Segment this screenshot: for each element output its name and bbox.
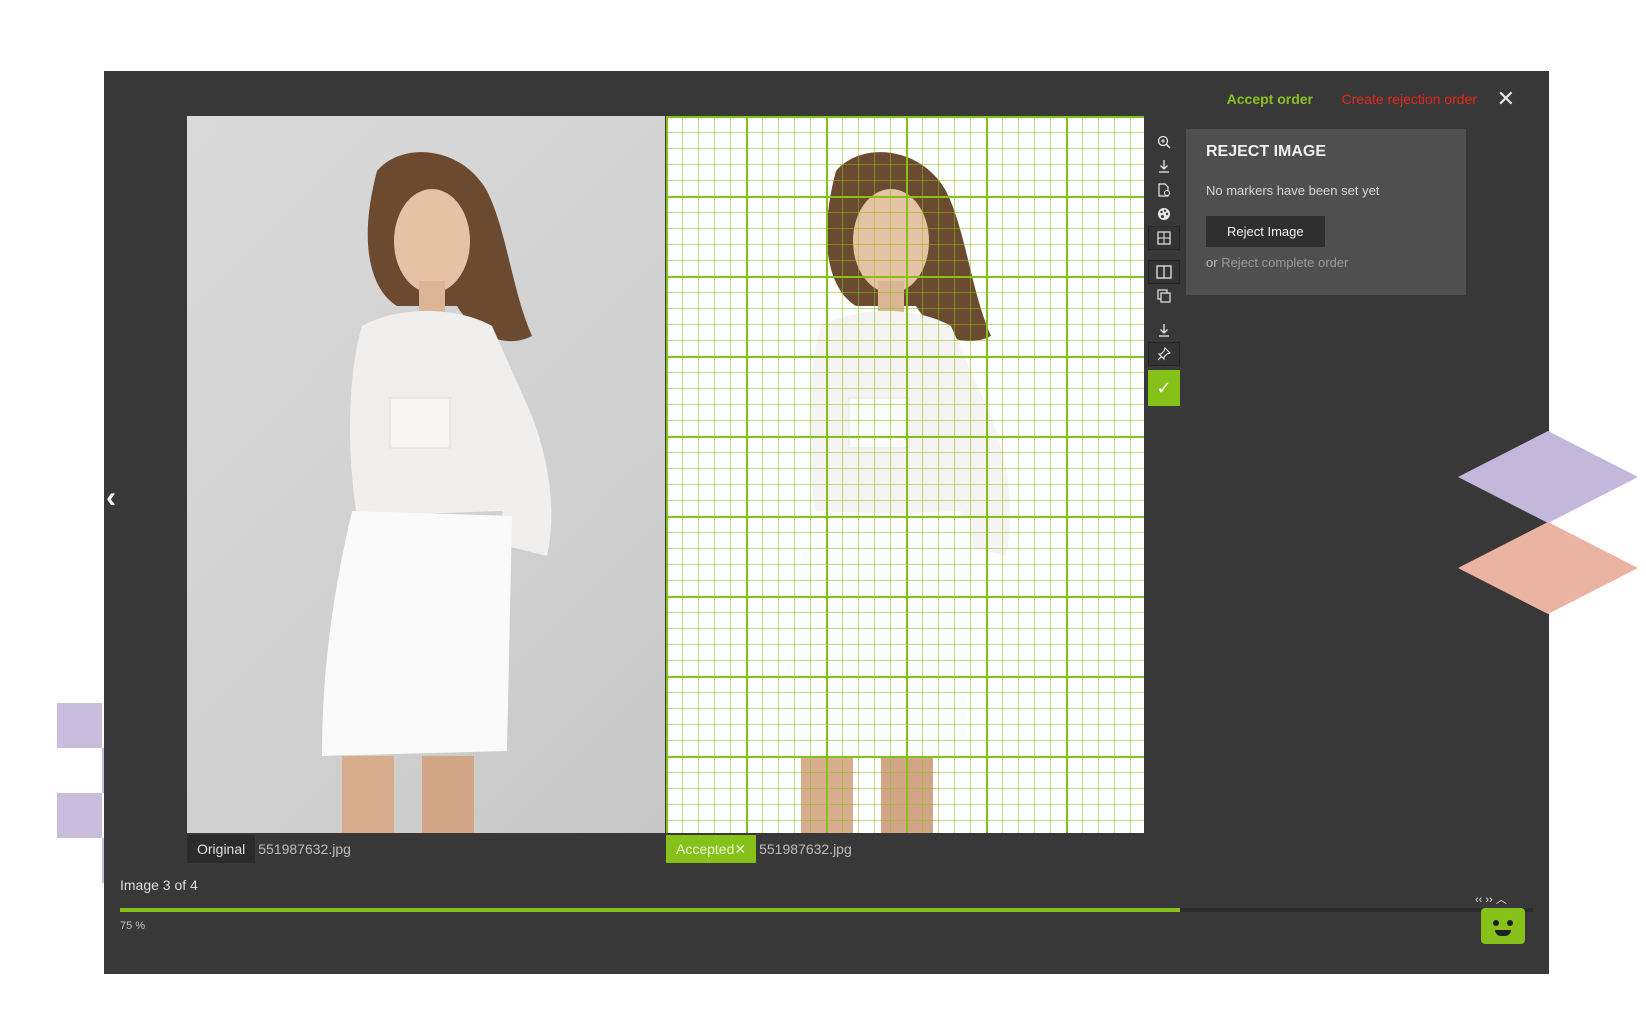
create-rejection-order-link[interactable]: Create rejection order — [1342, 87, 1477, 111]
download-icon[interactable] — [1148, 318, 1180, 342]
reject-complete-order-link[interactable]: Reject complete order — [1221, 255, 1348, 270]
reject-image-panel: REJECT IMAGE No markers have been set ye… — [1186, 129, 1466, 295]
document-icon[interactable] — [1148, 178, 1180, 202]
accepted-caption: Accepted✕ 551987632.jpg — [666, 835, 852, 863]
bot-face-icon[interactable] — [1481, 908, 1525, 944]
progress-percent: 75 % — [120, 920, 146, 932]
pin-icon[interactable] — [1148, 342, 1180, 366]
close-icon[interactable]: ✕ — [1497, 87, 1515, 111]
accept-order-link[interactable]: Accept order — [1227, 87, 1313, 111]
reject-panel-title: REJECT IMAGE — [1206, 143, 1327, 160]
accepted-filename: 551987632.jpg — [759, 841, 852, 857]
or-text: or — [1206, 255, 1218, 270]
accepted-image[interactable] — [666, 116, 1144, 833]
palette-icon[interactable] — [1148, 202, 1180, 226]
check-icon[interactable]: ✓ — [1148, 370, 1180, 406]
original-filename: 551987632.jpg — [258, 841, 351, 857]
original-image[interactable] — [187, 116, 665, 833]
overlay-view-icon[interactable] — [1148, 284, 1180, 308]
previous-image-arrow-icon[interactable]: ‹ — [106, 481, 116, 515]
original-tag: Original — [187, 835, 256, 863]
image-review-window: Accept order Create rejection order ✕ ‹ … — [104, 71, 1549, 974]
reject-panel-message: No markers have been set yet — [1206, 183, 1380, 198]
zoom-in-icon[interactable] — [1148, 130, 1180, 154]
original-caption: Original 551987632.jpg — [187, 835, 351, 863]
accepted-tag[interactable]: Accepted✕ — [666, 835, 757, 863]
decorative-diamond — [1458, 522, 1638, 614]
download-icon[interactable] — [1148, 154, 1180, 178]
progress-bar — [120, 908, 1533, 912]
decorative-square — [57, 703, 102, 748]
assistant-widget[interactable]: ‹‹ ›› ︿ — [1475, 891, 1545, 956]
expand-arrows-icon[interactable]: ‹‹ ›› ︿ — [1475, 891, 1507, 907]
reject-complete-order-row: or Reject complete order — [1206, 255, 1446, 270]
reject-image-button[interactable]: Reject Image — [1206, 216, 1325, 247]
model-photo-original — [322, 152, 552, 833]
progress-fill — [120, 908, 1180, 912]
grid-icon[interactable] — [1148, 226, 1180, 250]
image-toolbar: ✓ — [1148, 130, 1180, 406]
decorative-diamond — [1458, 431, 1638, 523]
grid-overlay — [666, 116, 1144, 833]
split-view-icon[interactable] — [1148, 260, 1180, 284]
decorative-square — [57, 793, 102, 838]
top-actions: Accept order Create rejection order ✕ — [104, 87, 1549, 111]
image-counter: Image 3 of 4 — [120, 877, 198, 893]
